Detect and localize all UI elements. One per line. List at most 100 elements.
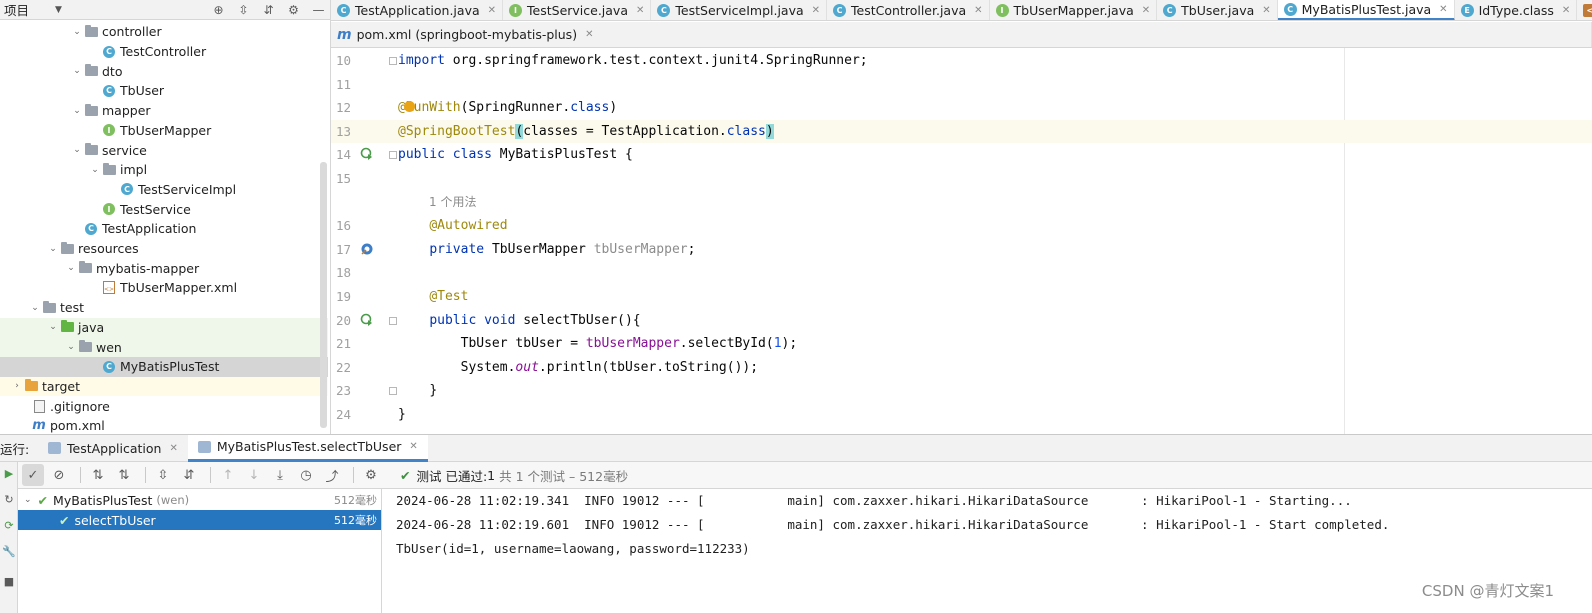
code-line[interactable]: 24 } xyxy=(331,403,1592,427)
tab-testservice[interactable]: I TestService.java ✕ xyxy=(503,0,652,20)
chevron-down-icon[interactable]: ▼ xyxy=(55,5,62,15)
chevron-right-icon[interactable]: › xyxy=(10,381,24,391)
tree-item-mybatisplustest[interactable]: C MyBatisPlusTest xyxy=(0,356,328,377)
usage-hint[interactable]: 1 个用法 xyxy=(429,191,476,215)
sort-alpha-icon[interactable]: ⇅ xyxy=(87,464,109,486)
code-line-current[interactable]: 13 @SpringBootTest(classes = TestApplica… xyxy=(331,119,1592,144)
tree-item-pom-xml[interactable]: m pom.xml xyxy=(0,416,328,434)
tab-pom-xml[interactable]: m pom.xml (springboot-mybatis-plus) ✕ xyxy=(331,22,1592,47)
chevron-down-icon[interactable]: ⌄ xyxy=(88,165,102,175)
expand-all-icon[interactable]: ⇳ xyxy=(236,2,251,17)
code-line[interactable]: 21 TbUser tbUser = tbUserMapper.selectBy… xyxy=(331,332,1592,356)
tree-item-wen[interactable]: ⌄ wen xyxy=(0,337,328,357)
tree-item-impl[interactable]: ⌄ impl xyxy=(0,160,328,180)
tab-testcontroller[interactable]: C TestController.java ✕ xyxy=(827,0,990,20)
minimize-icon[interactable]: — xyxy=(311,2,326,17)
close-icon[interactable]: ✕ xyxy=(169,443,177,454)
toggle-auto-test-icon[interactable]: ⟳ xyxy=(2,518,16,532)
close-icon[interactable]: ✕ xyxy=(974,5,982,16)
history-icon[interactable]: ◷ xyxy=(295,464,317,486)
next-failed-icon[interactable]: ↓ xyxy=(243,464,265,486)
chevron-down-icon[interactable]: ⌄ xyxy=(70,145,84,155)
code-line[interactable]: 10 import org.springframework.test.conte… xyxy=(331,49,1592,73)
tree-item-mapper[interactable]: ⌄ mapper xyxy=(0,101,328,121)
run-tab-testapplication[interactable]: TestApplication ✕ xyxy=(38,435,188,462)
project-panel-title[interactable]: 项目 xyxy=(4,0,29,19)
code-line[interactable]: 11 xyxy=(331,73,1592,97)
tree-item-testapplication[interactable]: C TestApplication xyxy=(0,219,328,239)
chevron-down-icon[interactable]: ⌄ xyxy=(64,263,78,273)
code-line[interactable]: 12 @RunWith(SpringRunner.class) xyxy=(331,96,1592,120)
bean-navigation-icon[interactable] xyxy=(359,241,375,257)
code-editor[interactable]: 10 import org.springframework.test.conte… xyxy=(331,48,1592,434)
chevron-down-icon[interactable]: ⌄ xyxy=(70,106,84,116)
run-tab-mybatisplustest[interactable]: MyBatisPlusTest.selectTbUser ✕ xyxy=(187,434,428,462)
tab-tbuser[interactable]: C TbUser.java ✕ xyxy=(1157,0,1278,20)
tab-testserviceimpl[interactable]: C TestServiceImpl.java ✕ xyxy=(651,0,828,20)
tree-item-test[interactable]: ⌄ test xyxy=(0,298,328,318)
show-passed-icon[interactable]: ✓ xyxy=(22,464,44,486)
tree-item-dto[interactable]: ⌄ dto xyxy=(0,61,328,81)
tree-scrollbar[interactable] xyxy=(320,162,327,428)
previous-failed-icon[interactable]: ↑ xyxy=(217,464,239,486)
sort-duration-icon[interactable]: ⇅ xyxy=(113,464,135,486)
close-icon[interactable]: ✕ xyxy=(585,29,593,40)
tab-mybatisplustest[interactable]: C MyBatisPlusTest.java ✕ xyxy=(1277,0,1455,20)
close-icon[interactable]: ✕ xyxy=(1562,5,1570,16)
rerun-icon[interactable]: ▶ xyxy=(2,466,16,480)
gear-icon[interactable]: ⚙ xyxy=(286,2,301,17)
fold-icon[interactable] xyxy=(389,151,397,160)
close-icon[interactable]: ✕ xyxy=(1142,5,1150,16)
close-icon[interactable]: ✕ xyxy=(488,5,496,16)
close-icon[interactable]: ✕ xyxy=(1439,4,1447,15)
tree-item-tbusermapper[interactable]: I TbUserMapper xyxy=(0,121,328,141)
tree-item-controller[interactable]: ⌄ controller xyxy=(0,22,328,42)
close-icon[interactable]: ✕ xyxy=(636,5,644,16)
tree-item-testserviceimpl[interactable]: C TestServiceImpl xyxy=(0,180,328,200)
expand-all-icon[interactable]: ⇳ xyxy=(152,464,174,486)
run-test-icon[interactable] xyxy=(359,312,375,328)
test-case-row[interactable]: ✔ selectTbUser 512毫秒 xyxy=(18,510,381,530)
console-output[interactable]: 2024-06-28 11:02:19.341 INFO 19012 --- [… xyxy=(383,489,1592,613)
chevron-down-icon[interactable]: ⌄ xyxy=(28,303,42,313)
fold-icon[interactable] xyxy=(389,57,397,65)
close-icon[interactable]: ✕ xyxy=(1262,5,1270,16)
import-tests-icon[interactable]: ⤓ xyxy=(269,464,291,486)
chevron-down-icon[interactable]: ⌄ xyxy=(24,495,32,505)
code-line[interactable]: 18 xyxy=(331,261,1592,285)
export-icon[interactable]: ⤴ xyxy=(321,464,343,486)
tree-item-testcontroller[interactable]: C TestController xyxy=(0,42,328,62)
tab-tb-truncated[interactable]: < Tb xyxy=(1577,0,1592,20)
run-test-icon[interactable] xyxy=(359,146,375,162)
tree-item-service[interactable]: ⌄ service xyxy=(0,140,328,160)
code-line[interactable]: 17 private TbUserMapper tbUserMapper; xyxy=(331,238,1592,262)
show-ignored-icon[interactable]: ⊘ xyxy=(48,464,70,486)
close-icon[interactable]: ✕ xyxy=(409,441,417,452)
collapse-all-icon[interactable]: ⇵ xyxy=(178,464,200,486)
rerun-failed-icon[interactable]: ↻ xyxy=(2,492,16,506)
tree-item-tbusermapper-xml[interactable]: <> TbUserMapper.xml xyxy=(0,278,328,298)
chevron-down-icon[interactable]: ⌄ xyxy=(46,244,60,254)
fold-icon[interactable] xyxy=(389,387,397,396)
code-line[interactable]: 14 public class MyBatisPlusTest { xyxy=(331,143,1592,167)
tab-testapplication[interactable]: C TestApplication.java ✕ xyxy=(331,0,504,20)
gear-icon[interactable]: ⚙ xyxy=(360,464,382,486)
tree-item-mybatis-mapper[interactable]: ⌄ mybatis-mapper xyxy=(0,258,328,278)
code-line[interactable]: 20 public void selectTbUser(){ xyxy=(331,309,1592,333)
code-line[interactable]: 22 System.out.println(tbUser.toString())… xyxy=(331,356,1592,380)
chevron-down-icon[interactable]: ⌄ xyxy=(70,66,84,76)
close-icon[interactable]: ✕ xyxy=(812,5,820,16)
tree-item-testservice[interactable]: I TestService xyxy=(0,199,328,219)
code-line[interactable]: 19 @Test xyxy=(331,285,1592,309)
wrench-icon[interactable]: 🔧 xyxy=(2,544,16,558)
tree-item-java[interactable]: ⌄ java xyxy=(0,317,328,338)
code-line[interactable]: 16 @Autowired xyxy=(331,214,1592,238)
tab-tbusermapper[interactable]: I TbUserMapper.java ✕ xyxy=(990,0,1158,20)
tree-item-resources[interactable]: ⌄ resources xyxy=(0,239,328,259)
fold-icon[interactable] xyxy=(389,316,397,325)
test-suite-row[interactable]: ⌄ ✔ MyBatisPlusTest (wen) 512毫秒 xyxy=(18,490,381,510)
tree-item-gitignore[interactable]: .gitignore xyxy=(0,396,328,416)
code-line[interactable]: 23 } xyxy=(331,379,1592,403)
tree-item-tbuser[interactable]: C TbUser xyxy=(0,81,328,101)
crosshair-icon[interactable]: ⊕ xyxy=(211,2,226,17)
